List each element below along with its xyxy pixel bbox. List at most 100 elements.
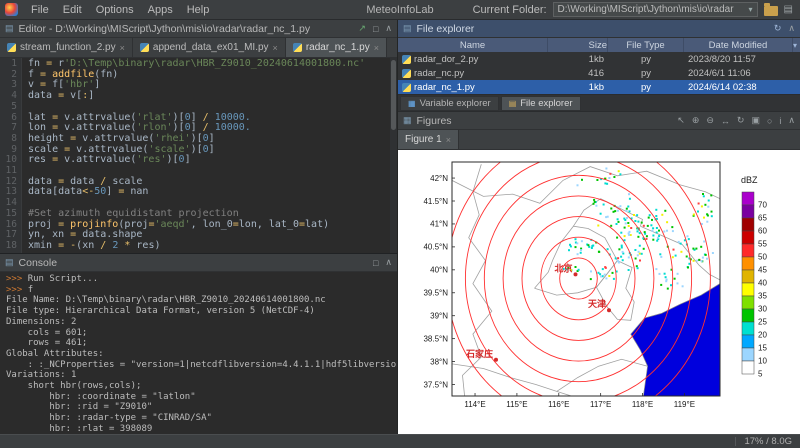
file-row-radar_dor_2.py[interactable]: radar_dor_2.py1kbpy2023/8/20 11:57 [398,52,800,66]
close-icon[interactable]: × [120,43,125,53]
radar-echo [612,272,614,274]
code-area[interactable]: 123456789101112131415161718 fn = r'D:\Te… [0,58,397,253]
file-row-radar_nc.py[interactable]: radar_nc.py416py2024/6/1 11:06 [398,66,800,80]
panel-tab-file-explorer[interactable]: ▤File explorer [501,96,581,111]
collapse-panel-icon[interactable]: ∧ [385,23,392,34]
radar-echo [591,245,593,247]
code-token: = [58,219,70,230]
right-column: ▤ File explorer ↻∧ NameSizeFile TypeDate… [397,20,800,434]
console-text: Dimensions: 2 [6,317,76,327]
column-header-date-modified[interactable]: Date Modified [684,38,793,52]
select-arrow-icon[interactable]: ↖ [677,115,685,126]
collapse-panel-icon[interactable]: ∧ [788,23,795,34]
left-column: ▤ Editor - D:\Working\MIScript\Jython\mi… [0,20,397,434]
radar-echo [666,221,668,223]
collapse-panel-icon[interactable]: ∧ [788,115,795,126]
column-header-name[interactable]: Name [398,38,548,52]
editor-tab-append_data_ex01_MI.py[interactable]: append_data_ex01_MI.py× [133,38,286,57]
code-token: data.shape [82,229,142,240]
radar-echo [627,206,629,208]
file-table-header: NameSizeFile TypeDate Modified▾ [398,38,800,52]
menu-apps[interactable]: Apps [141,0,180,20]
radar-echo [587,244,589,246]
colorbar-cell [742,205,754,218]
column-header-file-type[interactable]: File Type [608,38,684,52]
radar-echo [594,201,596,203]
close-icon[interactable]: × [273,43,278,53]
memory-indicator[interactable]: 17% / 8.0G [744,436,792,447]
chevron-down-icon[interactable]: ▾ [749,5,753,14]
radar-echo [637,254,639,256]
console-output[interactable]: >>> Run Script...>>> fFile Name: D:\Temp… [0,272,397,434]
colorbar-cell [742,361,754,374]
zoom-out-icon[interactable]: ⊖ [706,115,714,126]
panel-tab-variable-explorer[interactable]: ▦Variable explorer [400,96,499,111]
menu-options[interactable]: Options [89,0,141,20]
colorbar-tick-label: 25 [758,318,767,327]
city-label: 天津 [588,298,606,309]
code-token: = [70,229,82,240]
table-settings-icon[interactable]: ▾ [793,41,800,50]
city-label: 北京 [554,262,572,273]
radar-echo [620,232,622,234]
tab-figure-1[interactable]: Figure 1 × [398,130,459,149]
editor-tab-radar_nc_1.py[interactable]: radar_nc_1.py× [286,38,387,57]
run-script-icon[interactable]: ↗ [358,23,366,34]
code-token: / [100,176,112,187]
code-lines[interactable]: fn = r'D:\Temp\binary\radar\HBR_Z9010_20… [22,58,397,253]
y-tick-label: 38.5°N [423,334,448,343]
editor-scrollbar[interactable] [390,58,397,253]
open-folder-icon[interactable] [764,6,778,16]
zoom-in-icon[interactable]: ⊕ [692,115,700,126]
editor-title: Editor - D:\Working\MIScript\Jython\mis\… [19,23,311,35]
radar-echo [675,255,677,257]
menu-edit[interactable]: Edit [56,0,89,20]
menu-help[interactable]: Help [180,0,217,20]
editor-tab-stream_function_2.py[interactable]: stream_function_2.py× [0,38,133,57]
menu-file[interactable]: File [24,0,56,20]
console-line: hbr: :rid = "Z9010" [6,402,397,413]
figure-canvas[interactable]: 北京天津石家庄114°E115°E116°E117°E118°E119°E42°… [398,150,800,434]
code-token: v.attrvalue( [64,112,136,123]
collapse-panel-icon[interactable]: ∧ [385,257,392,268]
file-size-cell: 416 [548,66,608,80]
y-tick-label: 41°N [430,220,448,229]
colorbar-cell [742,296,754,309]
radar-echo [686,256,688,258]
editor-scrollbar-thumb[interactable] [391,60,396,130]
refresh-icon[interactable]: ↻ [774,23,782,34]
current-folder-combobox[interactable]: D:\Working\MIScript\Jython\mis\io\radar … [553,2,758,17]
column-header-size[interactable]: Size [548,38,608,52]
radar-echo [704,204,706,206]
console-text: hbr: :coordinate = "latlon" [6,392,196,402]
identify-icon[interactable]: ○ [767,116,772,126]
radar-echo [658,230,660,232]
code-token: yn, xn [28,229,70,240]
radar-echo [665,276,667,278]
pan-icon[interactable]: ↔ [721,116,730,126]
colorbar-cell [742,348,754,361]
maximize-panel-icon[interactable]: □ [373,24,378,34]
file-row-radar_nc_1.py[interactable]: radar_nc_1.py1kbpy2024/6/14 02:38 [398,80,800,94]
code-token: ] [191,122,203,133]
maximize-panel-icon[interactable]: □ [373,258,378,268]
rotate-icon[interactable]: ↻ [737,115,745,126]
radar-echo [628,193,630,195]
radar-echo [646,235,648,237]
file-type-cell: py [608,66,684,80]
radar-echo [696,260,698,262]
panel-menu-icon[interactable]: ▤ [784,4,793,15]
close-icon[interactable]: × [374,43,379,53]
menu-bar-right: Current Folder: D:\Working\MIScript\Jyth… [473,2,800,17]
close-icon[interactable]: × [446,135,451,145]
info-icon[interactable]: i [779,116,781,126]
colorbar-cell [742,244,754,257]
radar-echo [639,232,641,234]
radar-echo [661,214,663,216]
colorbar-cell [742,322,754,335]
full-extent-icon[interactable]: ▣ [751,115,760,126]
panel-tab-label: File explorer [520,98,572,109]
console-panel: ▤ Console □∧ >>> Run Script...>>> fFile … [0,253,397,434]
radar-echo [633,214,635,216]
code-token: data [28,90,58,101]
